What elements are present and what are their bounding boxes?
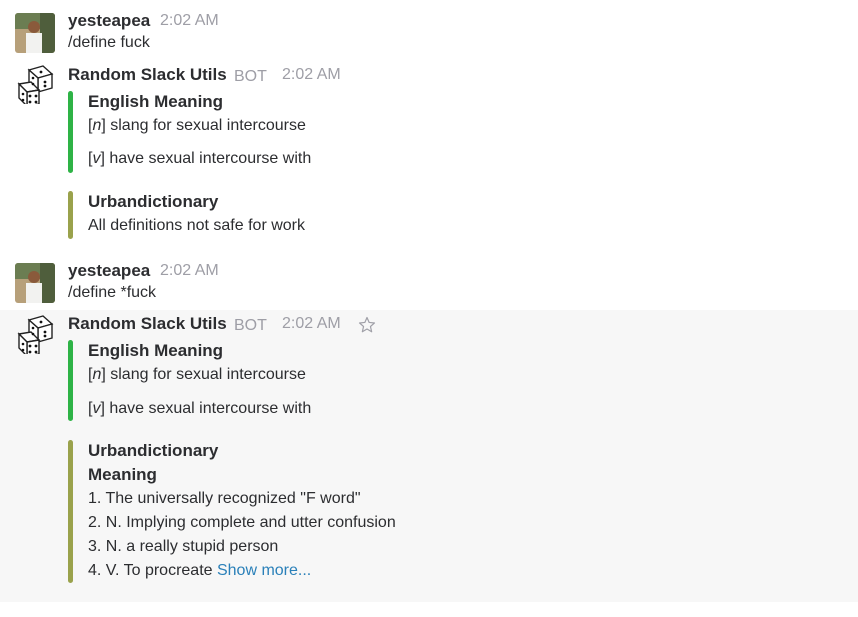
message-author[interactable]: yesteapea [68, 261, 150, 281]
message-timestamp[interactable]: 2:02 AM [160, 12, 219, 30]
bot-avatar[interactable] [15, 314, 55, 354]
definition-noun: [n] slang for sexual intercourse [88, 117, 306, 134]
attachment-color-bar [68, 191, 73, 239]
dice-icon [17, 315, 54, 354]
message-timestamp[interactable]: 2:02 AM [282, 315, 341, 333]
attachment-text: All definitions not safe for work [88, 217, 305, 234]
user-avatar[interactable] [15, 13, 55, 53]
message-timestamp[interactable]: 2:02 AM [282, 66, 341, 84]
bot-badge: BOT [234, 68, 267, 85]
message-text: /define *fuck [68, 284, 157, 301]
definition-verb: [v] have sexual intercourse with [88, 400, 312, 417]
dice-icon [17, 65, 54, 104]
definition-verb: [v] have sexual intercourse with [88, 150, 312, 167]
bot-avatar[interactable] [15, 64, 55, 104]
attachment-color-bar [68, 91, 73, 173]
bot-badge: BOT [234, 317, 267, 334]
list-item: 2. N. Implying complete and utter confus… [88, 514, 396, 531]
show-more-link[interactable]: Show more... [217, 562, 311, 579]
message-text: /define fuck [68, 34, 150, 51]
attachment-color-bar [68, 340, 73, 421]
message-author[interactable]: yesteapea [68, 11, 150, 31]
attachment-title: Urbandictionary [88, 441, 219, 460]
star-icon[interactable] [358, 316, 376, 334]
message-timestamp[interactable]: 2:02 AM [160, 262, 219, 280]
message-author[interactable]: Random Slack Utils [68, 65, 227, 85]
list-item: 1. The universally recognized "F word" [88, 490, 361, 507]
definition-noun: [n] slang for sexual intercourse [88, 366, 306, 383]
attachment-color-bar [68, 440, 73, 583]
list-item: 3. N. a really stupid person [88, 538, 279, 555]
attachment-title: English Meaning [88, 92, 224, 111]
message-author[interactable]: Random Slack Utils [68, 314, 227, 334]
attachment-subtitle: Meaning [88, 465, 157, 484]
user-avatar[interactable] [15, 263, 55, 303]
attachment-title: Urbandictionary [88, 192, 219, 211]
list-item: 4. V. To procreate Show more... [88, 562, 312, 579]
attachment-title: English Meaning [88, 341, 224, 360]
